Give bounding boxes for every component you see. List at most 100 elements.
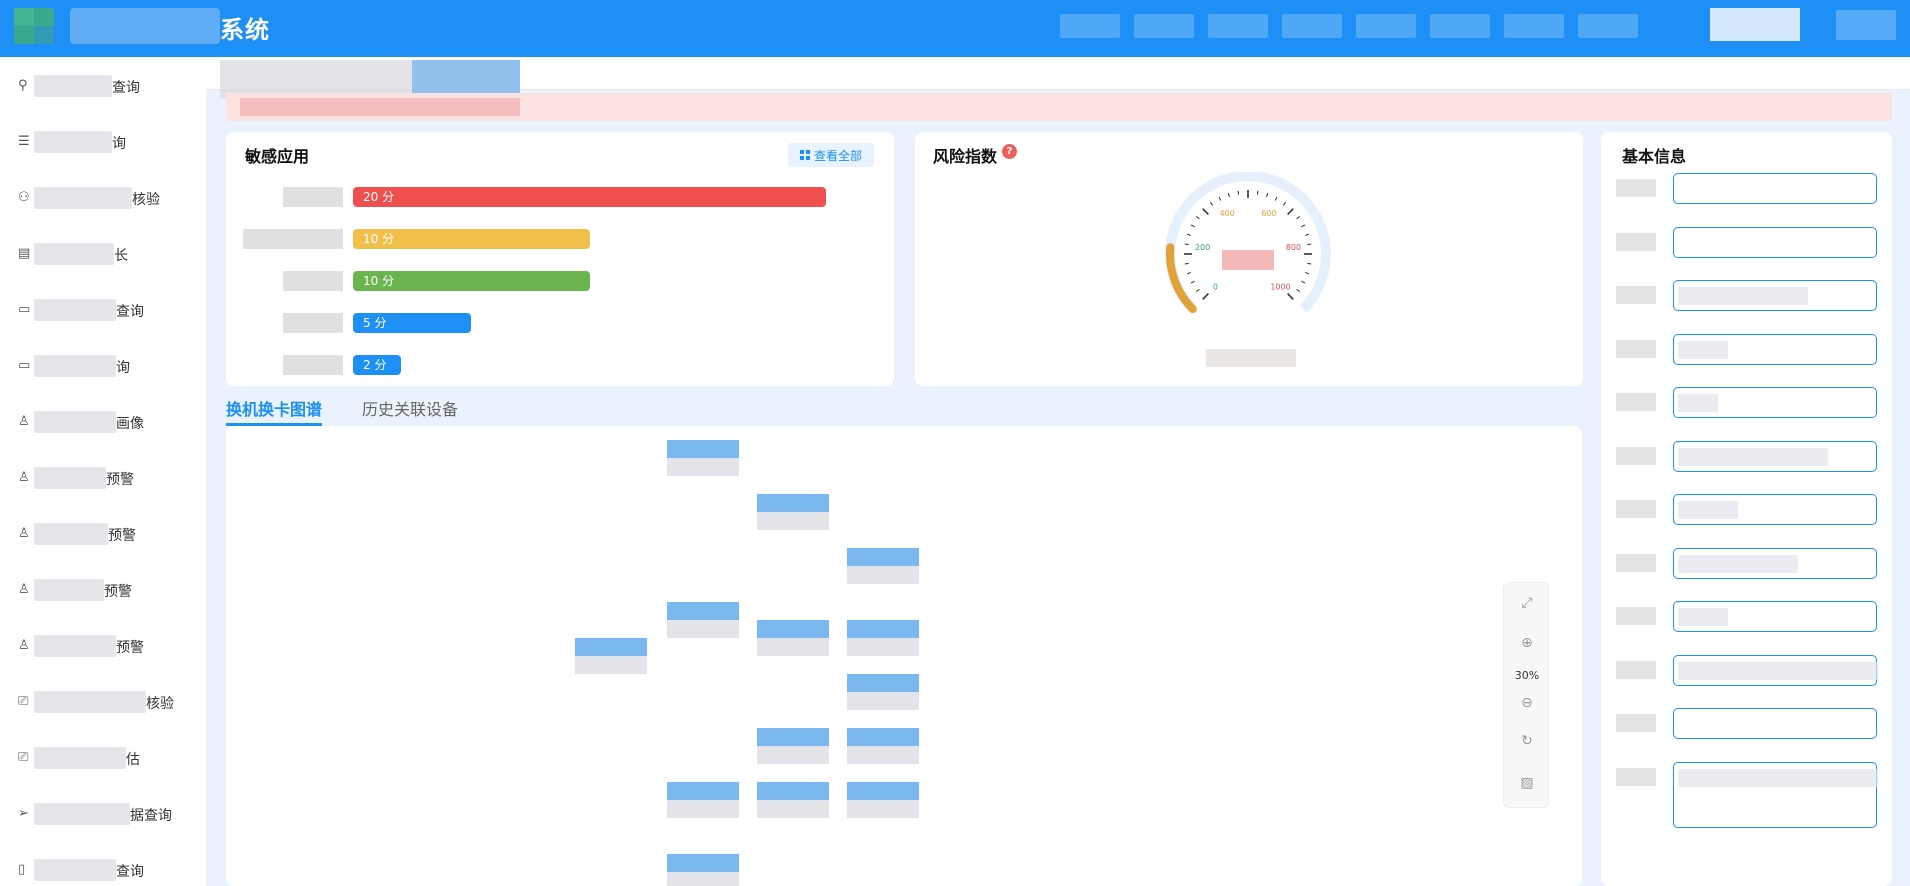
grid-icon [799, 150, 810, 160]
zoom-toolbar: ⤢ ⊕ 30% ⊖ ↻ ▨ [1503, 582, 1549, 808]
info-field-label-redacted [1616, 232, 1656, 251]
top-nav-item[interactable] [1134, 14, 1194, 38]
graph-node[interactable] [757, 494, 829, 530]
gauge-tick [1304, 272, 1310, 275]
graph-node[interactable] [757, 728, 829, 764]
sidebar-item[interactable]: ▭ 查询 [0, 295, 206, 325]
sidebar-item-label: 核验 [132, 192, 160, 208]
refresh-icon[interactable]: ↻ [1504, 733, 1550, 749]
info-field-input[interactable] [1673, 226, 1877, 258]
top-nav-item[interactable] [1578, 14, 1638, 38]
sidebar-item[interactable]: ▭ 询 [0, 351, 206, 381]
app-score-bar[interactable]: 10 分 [353, 229, 590, 249]
gauge-tick-label: 0 [1213, 283, 1218, 292]
graph-node[interactable] [757, 620, 829, 656]
gauge-tick [1184, 262, 1189, 265]
top-nav-item[interactable] [1356, 14, 1416, 38]
gauge-tick [1307, 243, 1312, 246]
sidebar-item[interactable]: ⎚ 核验 [0, 687, 206, 717]
view-all-button[interactable]: 查看全部 [788, 143, 874, 167]
graph-node[interactable] [575, 638, 647, 674]
sidebar-item-label-redacted [34, 355, 116, 377]
alert-text-redacted [240, 98, 520, 116]
info-field-label-redacted [1616, 286, 1656, 304]
app-score-bar[interactable]: 2 分 [353, 355, 401, 375]
user-menu[interactable] [1710, 8, 1800, 41]
sensitive-apps-card [226, 132, 894, 386]
info-field-input[interactable] [1673, 173, 1877, 204]
info-field-label-redacted [1616, 393, 1656, 411]
gauge-tick [1190, 280, 1195, 284]
sidebar-item[interactable]: ⎚ 估 [0, 743, 206, 773]
user-icon: ♙ [18, 638, 30, 653]
logout-button[interactable] [1836, 10, 1896, 40]
info-field-label-redacted [1616, 767, 1656, 786]
sidebar-item[interactable]: ♙ 预警 [0, 631, 206, 661]
basic-info-title: 基本信息 [1622, 147, 1687, 166]
gauge-tick-label: 400 [1219, 209, 1234, 218]
sidebar-item-label: 核验 [146, 696, 174, 712]
sensitive-apps-title: 敏感应用 [245, 147, 310, 166]
sidebar-item[interactable]: ▯ 查询 [0, 855, 206, 885]
export-image-icon[interactable]: ▨ [1504, 775, 1550, 791]
gauge-tick-label: 800 [1286, 243, 1301, 252]
graph-node[interactable] [667, 602, 739, 638]
graph-node[interactable] [667, 782, 739, 818]
graph-node[interactable] [667, 854, 739, 886]
sidebar-item-label-redacted [34, 75, 112, 97]
sidebar-item-label-redacted [34, 467, 106, 489]
info-field-value-redacted [1678, 447, 1828, 466]
sidebar-item[interactable]: ♙ 预警 [0, 575, 206, 605]
sidebar: ⚲ 查询 ☰ 询 ⚇ 核验 ▤ 长 ▭ 查询 ▭ 询 ♙ 画像 ♙ 预警 ♙ 预警 ♙ 预警 ♙ 预警 ⎚ 核验 ⎚ 估 ➢ 据查询 ▯… [0, 57, 206, 886]
graph-node[interactable] [847, 620, 919, 656]
app-name-redacted [283, 355, 343, 375]
graph-node[interactable] [847, 728, 919, 764]
graph-node[interactable] [847, 674, 919, 710]
app-score-bar[interactable]: 10 分 [353, 271, 590, 291]
zoom-out-icon[interactable]: ⊖ [1504, 695, 1550, 711]
gauge-tick [1304, 233, 1310, 236]
top-nav-item[interactable] [1282, 14, 1342, 38]
graph-node[interactable] [667, 440, 739, 476]
zoom-in-icon[interactable]: ⊕ [1504, 635, 1550, 651]
info-field-label-redacted [1616, 179, 1656, 197]
info-field-value-redacted [1678, 608, 1728, 626]
sidebar-item[interactable]: ♙ 预警 [0, 463, 206, 493]
graph-node[interactable] [847, 548, 919, 584]
gauge-tick [1218, 196, 1222, 201]
fullscreen-icon[interactable]: ⤢ [1504, 595, 1550, 611]
app-logo [14, 8, 54, 44]
info-field-value-redacted [1678, 394, 1718, 412]
sidebar-item[interactable]: ➢ 据查询 [0, 799, 206, 829]
help-icon[interactable]: ? [1002, 144, 1017, 159]
top-nav-item[interactable] [1430, 14, 1490, 38]
gauge-tick [1195, 288, 1200, 293]
gauge-tick-label: 200 [1195, 243, 1210, 252]
device-icon: ⎚ [18, 750, 29, 765]
sidebar-item[interactable]: ⚲ 查询 [0, 71, 206, 101]
tab-history-devices[interactable]: 历史关联设备 [362, 396, 458, 420]
sidebar-item[interactable]: ▤ 长 [0, 239, 206, 269]
top-nav[interactable] [1060, 14, 1638, 40]
top-nav-item[interactable] [1504, 14, 1564, 38]
sidebar-item[interactable]: ♙ 预警 [0, 519, 206, 549]
app-name-redacted [283, 187, 343, 207]
top-nav-item[interactable] [1208, 14, 1268, 38]
graph-node[interactable] [847, 782, 919, 818]
gauge-tick [1237, 190, 1240, 195]
sidebar-item-label-redacted [34, 131, 112, 153]
sidebar-item[interactable]: ☰ 询 [0, 127, 206, 157]
sidebar-item-label-redacted [34, 187, 132, 209]
sidebar-item-label-redacted [34, 299, 116, 321]
sidebar-item[interactable]: ♙ 画像 [0, 407, 206, 437]
gauge-tick [1296, 288, 1301, 293]
top-nav-item[interactable] [1060, 14, 1120, 38]
sidebar-item-label: 据查询 [130, 808, 172, 824]
risk-gauge: 0 200 400 600 800 1000 [1165, 172, 1331, 314]
info-field-input[interactable] [1673, 708, 1877, 739]
sidebar-item[interactable]: ⚇ 核验 [0, 183, 206, 213]
app-score-bar[interactable]: 5 分 [353, 313, 472, 333]
app-score-bar[interactable]: 20 分 [353, 187, 826, 207]
graph-node[interactable] [757, 782, 829, 818]
tab-device-card-graph[interactable]: 换机换卡图谱 [226, 396, 322, 420]
